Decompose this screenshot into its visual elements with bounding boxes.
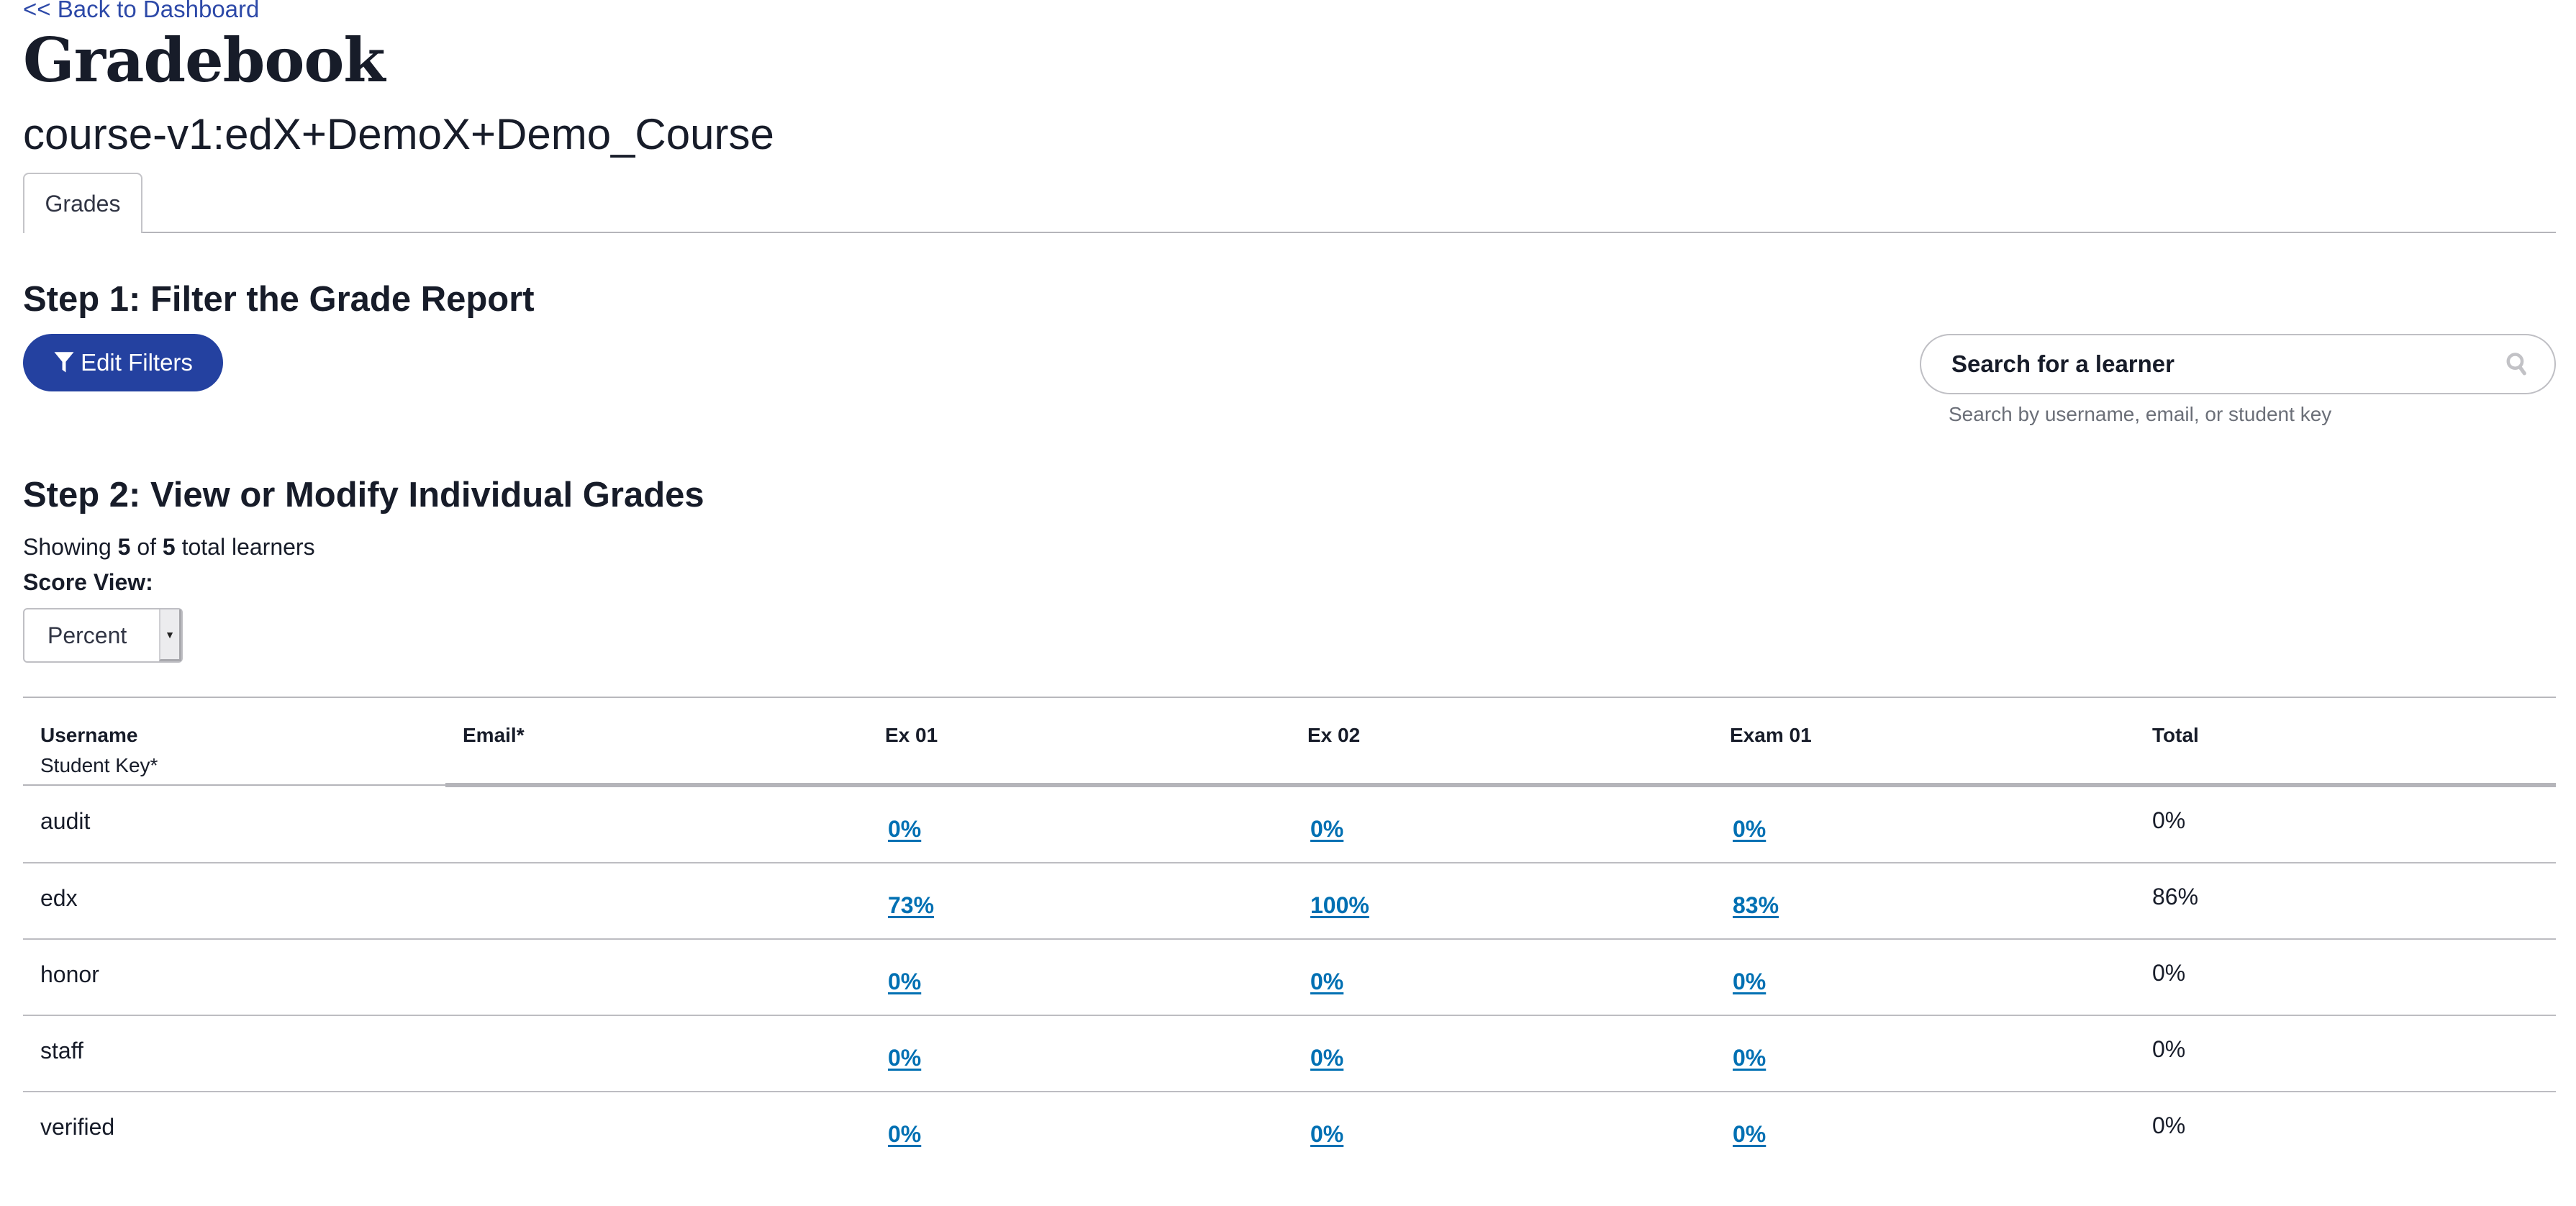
search-icon[interactable] — [2505, 351, 2529, 377]
grade-link-ex02[interactable]: 0% — [1310, 816, 1343, 842]
column-header-sublabel: Student Key* — [40, 754, 158, 776]
email-cell — [445, 785, 868, 863]
step1-heading: Step 1: Filter the Grade Report — [23, 280, 535, 319]
username-cell: audit — [40, 807, 91, 834]
email-cell — [445, 863, 868, 940]
grade-link-ex02[interactable]: 100% — [1310, 892, 1369, 918]
filter-icon — [54, 352, 74, 373]
email-cell — [445, 1015, 868, 1092]
learner-search[interactable] — [1920, 334, 2556, 394]
column-header-ex02: Ex 02 — [1290, 697, 1713, 787]
grade-link-ex01[interactable]: 0% — [888, 969, 921, 994]
page-title: Gradebook — [23, 24, 386, 96]
username-cell: verified — [40, 1113, 115, 1140]
grade-link-ex01[interactable]: 0% — [888, 1121, 921, 1147]
score-view-label: Score View: — [23, 569, 153, 595]
chevron-down-icon[interactable]: ▼ — [159, 609, 181, 661]
showing-prefix: Showing — [23, 534, 112, 560]
total-cell: 0% — [2152, 959, 2186, 986]
search-help-text: Search by username, email, or student ke… — [1949, 403, 2332, 425]
column-header-label: Username — [40, 724, 138, 746]
score-view-select[interactable]: Percent ▼ — [23, 608, 183, 663]
grade-link-ex02[interactable]: 0% — [1310, 1121, 1343, 1147]
step2-heading: Step 2: View or Modify Individual Grades — [23, 476, 704, 514]
column-header-ex01: Ex 01 — [868, 697, 1290, 787]
table-row: verified 0% 0% 0% 0% — [23, 1092, 2556, 1167]
column-header-exam01: Exam 01 — [1713, 697, 2135, 787]
grade-link-ex01[interactable]: 73% — [888, 892, 934, 918]
email-cell — [445, 939, 868, 1016]
learner-search-input[interactable] — [1950, 350, 2505, 378]
grade-link-exam01[interactable]: 83% — [1733, 892, 1779, 918]
tab-grades-label: Grades — [45, 190, 121, 217]
showing-count: 5 — [117, 534, 131, 560]
total-cell: 0% — [2152, 1112, 2186, 1138]
table-row: staff 0% 0% 0% 0% — [23, 1015, 2556, 1092]
table-row: edx 73% 100% 83% 86% — [23, 863, 2556, 940]
course-id: course-v1:edX+DemoX+Demo_Course — [23, 110, 774, 158]
score-view-value: Percent — [47, 622, 127, 648]
edit-filters-button[interactable]: Edit Filters — [23, 334, 223, 391]
back-to-dashboard-link[interactable]: << Back to Dashboard — [23, 0, 259, 23]
total-cell: 0% — [2152, 1035, 2186, 1062]
total-cell: 0% — [2152, 807, 2186, 833]
total-count: 5 — [162, 534, 176, 560]
column-header-email: Email* — [445, 697, 868, 787]
showing-suffix: total learners — [181, 534, 315, 560]
column-header-username: Username Student Key* — [23, 697, 445, 786]
tab-grades[interactable]: Grades — [23, 173, 142, 233]
grade-link-exam01[interactable]: 0% — [1733, 969, 1766, 994]
showing-count-text: Showing 5 of 5 total learners — [23, 534, 315, 561]
edit-filters-label: Edit Filters — [81, 349, 193, 376]
column-header-total: Total — [2135, 697, 2556, 787]
grades-table: Username Student Key* Email* Ex 01 Ex 02… — [23, 697, 2556, 1167]
total-cell: 86% — [2152, 883, 2199, 910]
grade-link-ex02[interactable]: 0% — [1310, 1045, 1343, 1071]
username-cell: edx — [40, 884, 78, 911]
showing-of: of — [137, 534, 157, 560]
username-cell: staff — [40, 1037, 83, 1064]
email-cell — [445, 1092, 868, 1167]
grade-link-ex01[interactable]: 0% — [888, 1045, 921, 1071]
grade-link-ex01[interactable]: 0% — [888, 816, 921, 842]
grade-link-exam01[interactable]: 0% — [1733, 1121, 1766, 1147]
tabs-divider — [23, 232, 2556, 233]
table-row: honor 0% 0% 0% 0% — [23, 939, 2556, 1016]
grade-link-ex02[interactable]: 0% — [1310, 969, 1343, 994]
username-cell: honor — [40, 961, 99, 987]
table-row: audit 0% 0% 0% 0% — [23, 785, 2556, 863]
grade-link-exam01[interactable]: 0% — [1733, 816, 1766, 842]
table-header-row: Username Student Key* Email* Ex 01 Ex 02… — [23, 697, 2556, 787]
grade-link-exam01[interactable]: 0% — [1733, 1045, 1766, 1071]
